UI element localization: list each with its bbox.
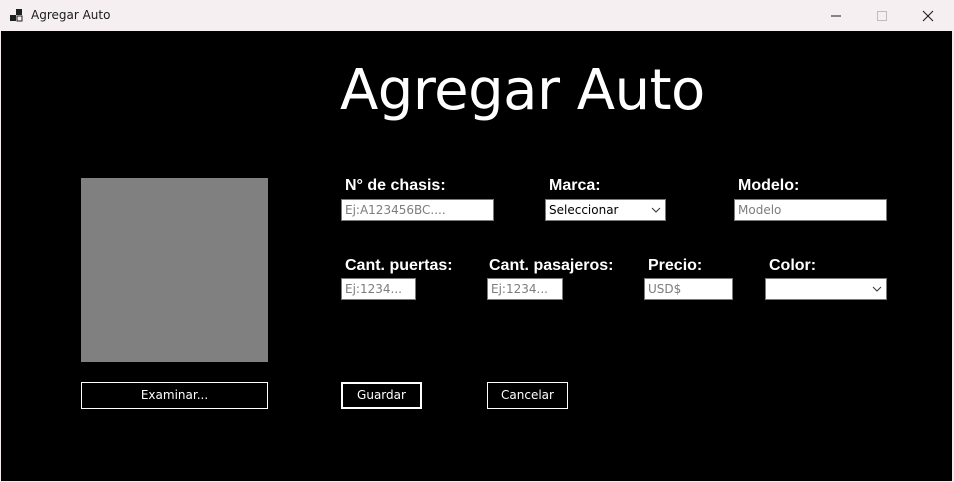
maximize-button — [859, 0, 905, 31]
label-precio: Precio: — [648, 257, 703, 274]
chevron-down-icon — [872, 286, 882, 292]
marca-select[interactable]: Seleccionar — [545, 199, 666, 221]
guardar-button[interactable]: Guardar — [341, 382, 422, 409]
form-client-area: Agregar Auto N° de chasis: Ej:A123456BC.… — [1, 31, 952, 481]
chasis-input[interactable]: Ej:A123456BC.... — [341, 199, 494, 221]
puertas-input[interactable]: Ej:1234... — [341, 278, 416, 300]
title-bar[interactable]: Agregar Auto — [0, 0, 954, 31]
maximize-icon — [877, 11, 887, 21]
color-select[interactable] — [765, 278, 887, 300]
label-modelo: Modelo: — [738, 177, 800, 194]
app-icon — [10, 9, 23, 22]
page-title: Agregar Auto — [340, 58, 705, 123]
label-marca: Marca: — [549, 177, 601, 194]
label-puertas: Cant. puertas: — [345, 257, 453, 274]
chevron-down-icon — [651, 207, 661, 213]
precio-input[interactable]: USD$ — [644, 278, 733, 300]
close-icon — [922, 10, 934, 22]
cancelar-button[interactable]: Cancelar — [487, 382, 568, 409]
label-chasis: N° de chasis: — [345, 177, 446, 194]
marca-selected-value: Seleccionar — [549, 203, 619, 217]
label-pasajeros: Cant. pasajeros: — [489, 257, 614, 274]
pasajeros-input[interactable]: Ej:1234... — [487, 278, 563, 300]
car-picture-box — [81, 178, 268, 362]
window-title: Agregar Auto — [31, 8, 111, 22]
modelo-input[interactable]: Modelo — [734, 199, 887, 221]
minimize-button[interactable] — [813, 0, 859, 31]
label-color: Color: — [769, 257, 817, 274]
close-button[interactable] — [905, 0, 951, 31]
examinar-button[interactable]: Examinar... — [81, 382, 268, 409]
minimize-icon — [831, 15, 841, 17]
